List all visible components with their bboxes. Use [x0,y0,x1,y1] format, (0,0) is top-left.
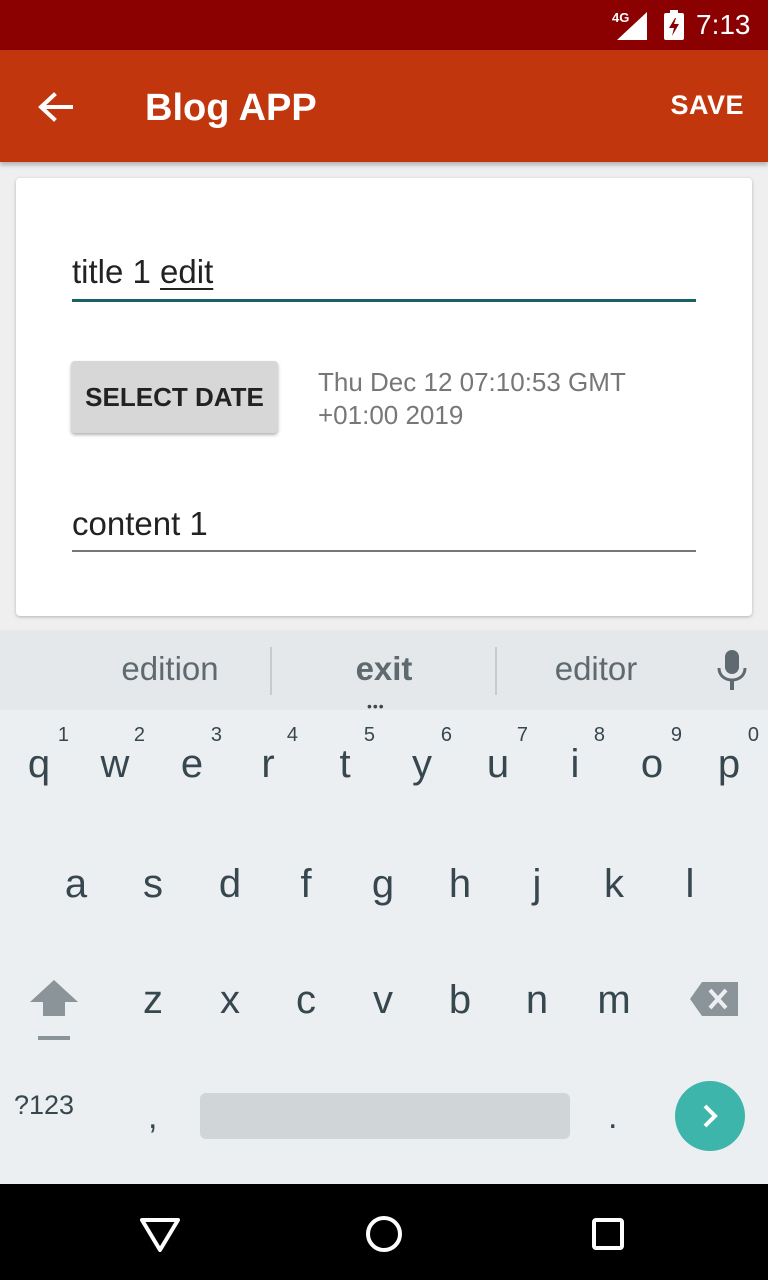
key-b[interactable]: b [422,938,498,1050]
key-j[interactable]: j [499,822,575,934]
key-g[interactable]: g [345,822,421,934]
suggestion-2[interactable]: exit [274,650,494,688]
shift-icon[interactable] [28,978,80,1044]
back-triangle-icon[interactable] [136,1210,184,1258]
comma-key[interactable]: , [148,1098,157,1137]
suggestion-1[interactable]: edition [60,650,280,688]
key-r[interactable]: 4r [230,710,306,822]
key-y[interactable]: 6y [384,710,460,822]
microphone-icon[interactable] [714,650,750,690]
key-z[interactable]: z [115,938,191,1050]
key-n[interactable]: n [499,938,575,1050]
selected-date: Thu Dec 12 07:10:53 GMT +01:00 2019 [318,366,718,432]
navigation-bar [0,1184,768,1280]
title-input[interactable]: title 1 edit [72,250,696,302]
suggestion-3[interactable]: editor [486,650,706,688]
back-button[interactable] [30,82,80,132]
clock: 7:13 [696,9,751,40]
key-s[interactable]: s [115,822,191,934]
key-x[interactable]: x [192,938,268,1050]
date-line-2: +01:00 2019 [318,400,464,430]
key-e[interactable]: 3e [154,710,230,822]
key-t[interactable]: 5t [307,710,383,822]
chevron-right-icon [703,1104,718,1128]
title-composing-text: edit [160,253,214,290]
select-date-button[interactable]: SELECT DATE [71,361,278,433]
key-w[interactable]: 2w [77,710,153,822]
backspace-icon[interactable] [688,980,740,1018]
battery-charging-icon [664,10,684,40]
app-toolbar: Blog APP SAVE [0,50,768,162]
key-m[interactable]: m [576,938,652,1050]
page-title: Blog APP [145,87,317,129]
key-u[interactable]: 7u [460,710,536,822]
key-l[interactable]: l [652,822,728,934]
suggestion-divider [270,647,272,695]
key-k[interactable]: k [576,822,652,934]
edit-post-card: title 1 edit SELECT DATE Thu Dec 12 07:1… [16,178,752,616]
key-i[interactable]: 8i [537,710,613,822]
key-o[interactable]: 9o [614,710,690,822]
key-d[interactable]: d [192,822,268,934]
period-key[interactable]: . [608,1098,617,1137]
space-key[interactable] [200,1093,570,1139]
arrow-left-icon [38,92,73,122]
key-q[interactable]: 1q [1,710,77,822]
home-circle-icon[interactable] [360,1210,408,1258]
enter-key[interactable] [675,1081,745,1151]
recents-square-icon[interactable] [584,1210,632,1258]
title-text: title 1 [72,253,161,290]
status-bar: 4G 7:13 [0,0,768,50]
key-a[interactable]: a [38,822,114,934]
key-p[interactable]: 0p [691,710,767,822]
key-c[interactable]: c [268,938,344,1050]
key-f[interactable]: f [268,822,344,934]
symbols-key[interactable]: ?123 [14,1090,74,1121]
signal-icon [617,12,647,40]
save-button[interactable]: SAVE [670,90,744,121]
key-h[interactable]: h [422,822,498,934]
content-input[interactable]: content 1 [72,502,696,552]
key-v[interactable]: v [345,938,421,1050]
date-line-1: Thu Dec 12 07:10:53 GMT [318,367,626,397]
